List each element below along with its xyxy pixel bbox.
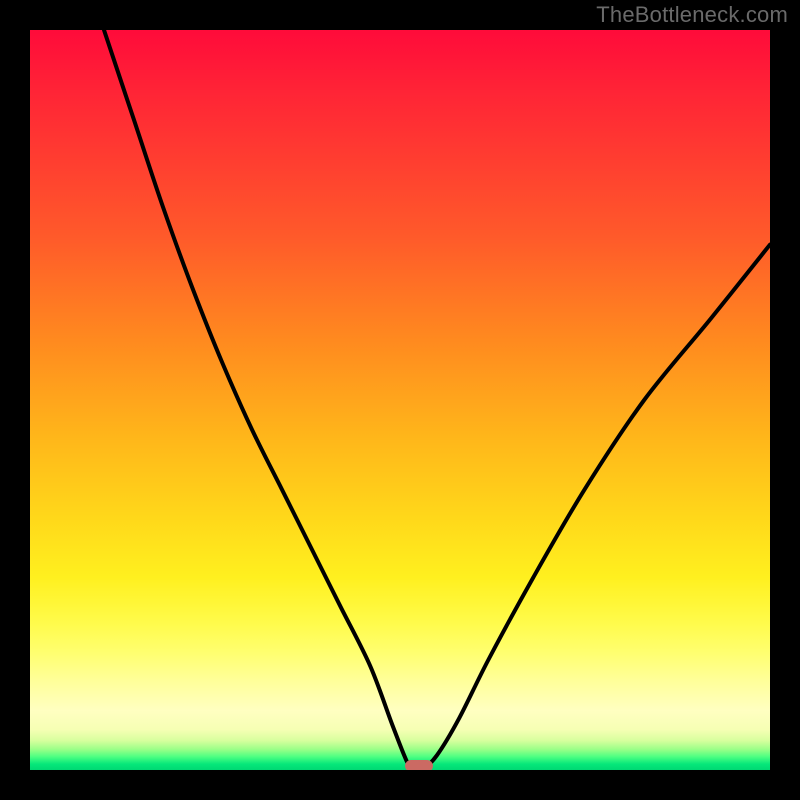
watermark-text: TheBottleneck.com [596,2,788,28]
optimum-marker [405,760,433,770]
curve-svg [30,30,770,770]
chart-frame: TheBottleneck.com [0,0,800,800]
plot-area [30,30,770,770]
bottleneck-curve-path [104,30,770,770]
